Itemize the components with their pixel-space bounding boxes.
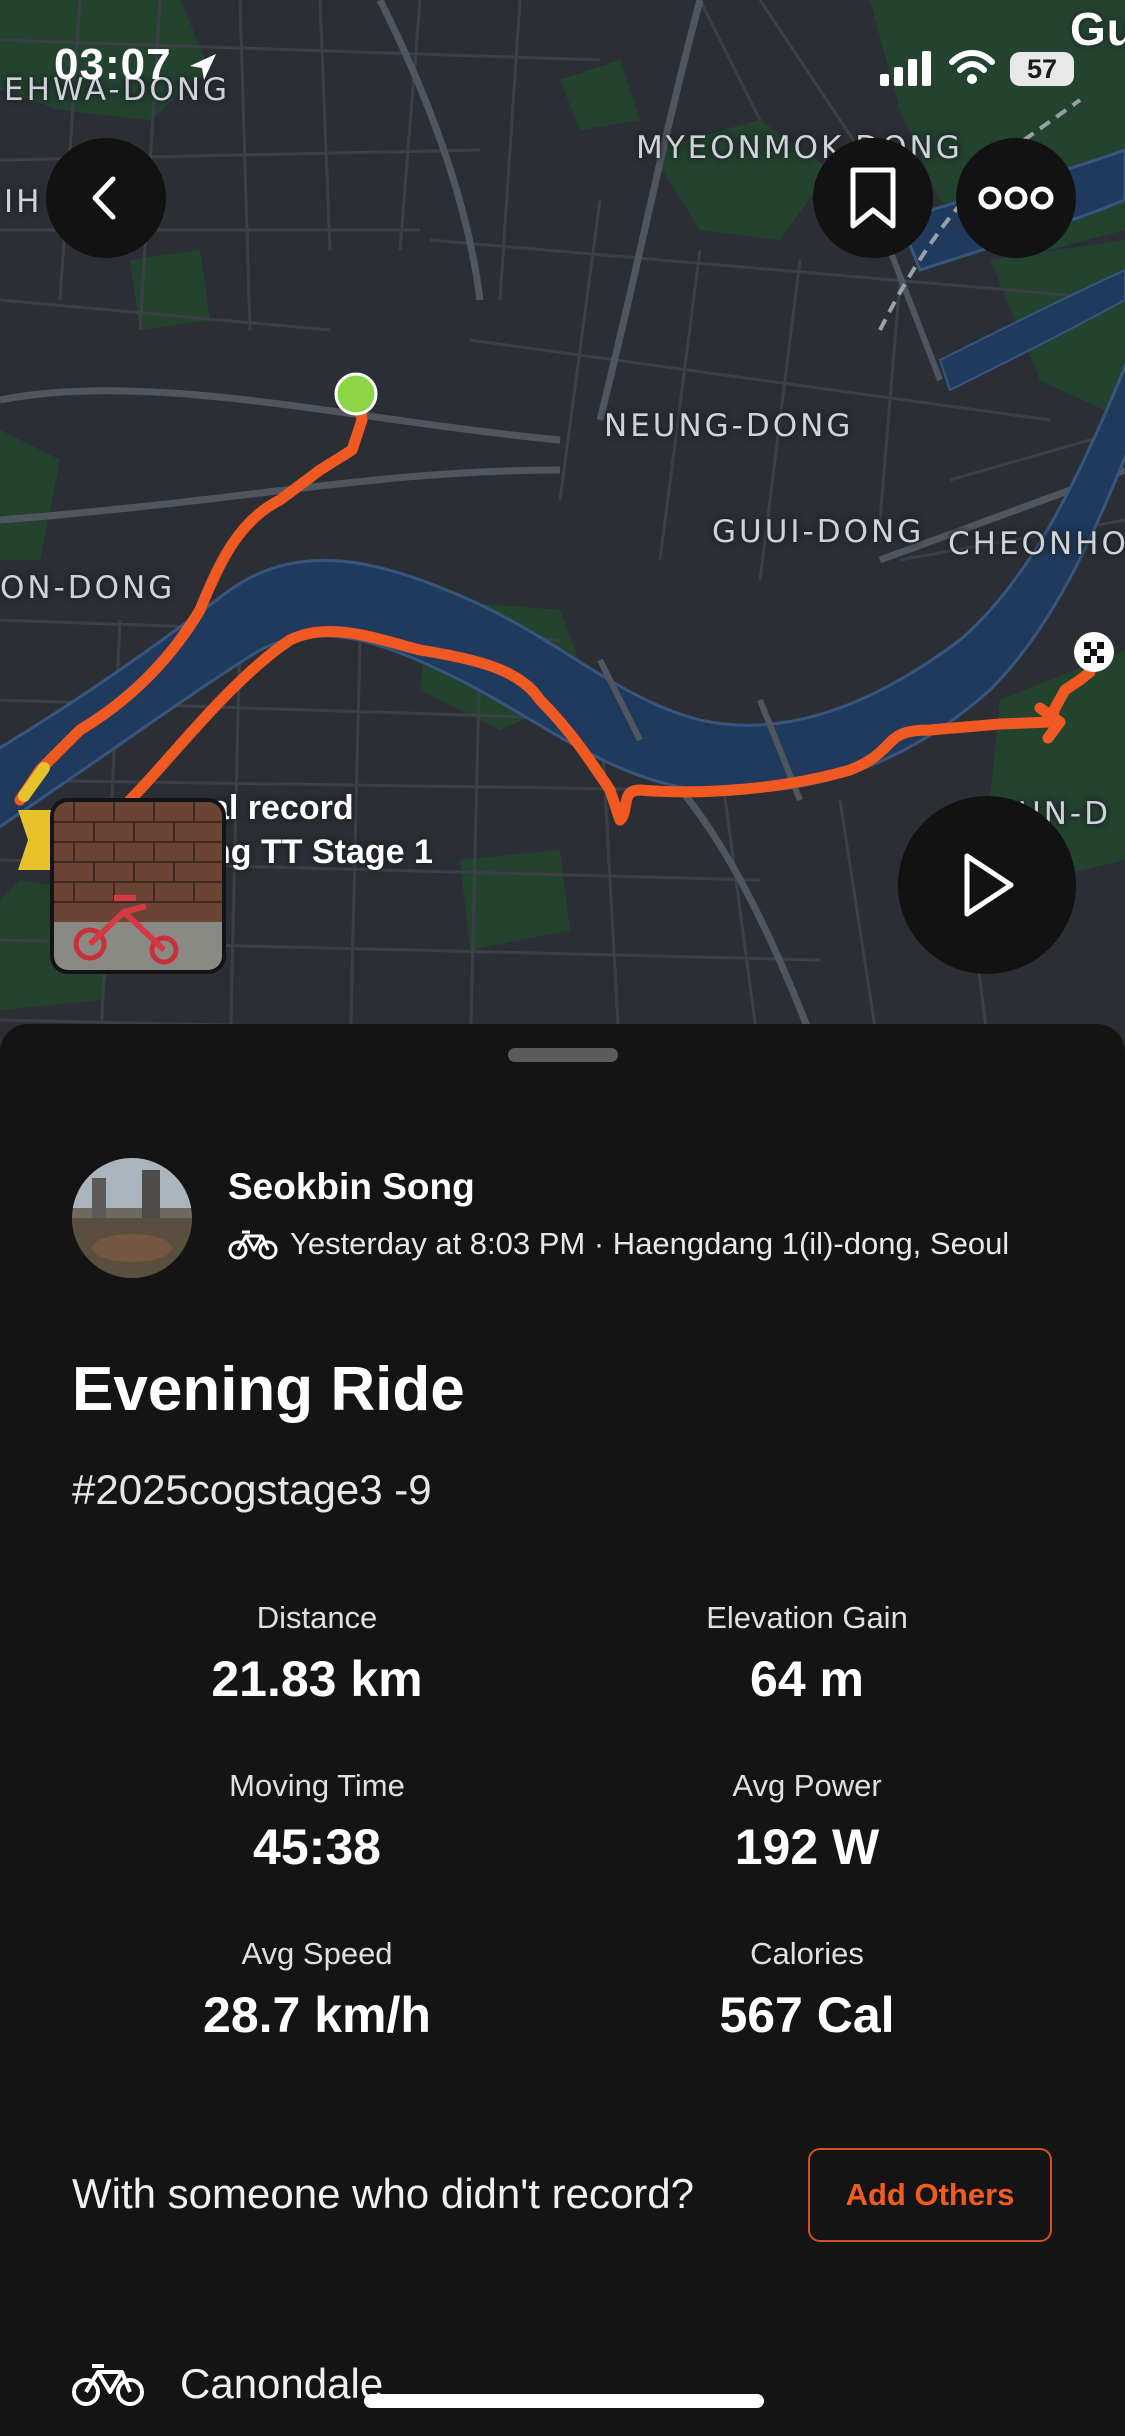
bookmark-icon	[850, 167, 896, 229]
cellular-signal-icon	[880, 51, 931, 86]
more-dots-icon	[978, 186, 1054, 210]
activity-photo-thumbnail[interactable]	[50, 798, 226, 974]
activity-map[interactable]: EHWA-DONG IH NG MYEONMOK-DONG NEUNG-DONG…	[0, 0, 1125, 1060]
segment-label-line2: ng TT Stage 1	[210, 833, 433, 871]
stat-avg-speed: Avg Speed 28.7 km/h	[77, 1936, 557, 2044]
play-flyover-button[interactable]	[898, 796, 1076, 974]
wifi-icon	[949, 50, 995, 84]
with-others-prompt: With someone who didn't record?	[72, 2170, 695, 2217]
stat-value: 192 W	[734, 1819, 880, 1875]
stat-label: Avg Speed	[241, 1936, 393, 1971]
status-time: 03:07	[54, 40, 172, 89]
stat-moving-time: Moving Time 45:38	[77, 1768, 557, 1876]
home-indicator[interactable]	[364, 2394, 764, 2408]
activity-title: Evening Ride	[72, 1355, 465, 1424]
stat-elevation-gain: Elevation Gain 64 m	[567, 1600, 1047, 1708]
stat-label: Distance	[256, 1600, 378, 1635]
battery-indicator: 57	[1010, 52, 1074, 86]
activity-meta: Yesterday at 8:03 PM · Haengdang 1(il)-d…	[228, 1226, 1009, 1262]
stat-label: Avg Power	[732, 1768, 882, 1803]
map-label-neung: NEUNG-DONG	[604, 408, 854, 444]
athlete-name[interactable]: Seokbin Song	[228, 1166, 475, 1208]
stat-calories: Calories 567 Cal	[567, 1936, 1047, 2044]
bike-icon	[228, 1230, 278, 1260]
gear-row[interactable]: Canondale	[72, 2360, 383, 2408]
map-label-guui: GUUI-DONG	[712, 514, 925, 550]
avatar[interactable]	[72, 1158, 192, 1278]
stat-value: 21.83 km	[211, 1651, 423, 1707]
tricycle-photo	[54, 802, 222, 970]
stat-label: Moving Time	[229, 1768, 405, 1803]
bike-icon	[72, 2364, 144, 2406]
location-arrow-icon	[190, 54, 216, 80]
gear-name: Canondale	[180, 2360, 384, 2407]
map-label-on: ON-DONG	[0, 570, 176, 606]
add-others-button[interactable]: Add Others	[808, 2148, 1052, 2242]
activity-meta-text: Yesterday at 8:03 PM · Haengdang 1(il)-d…	[290, 1226, 1010, 1261]
activity-details-sheet[interactable]: Seokbin Song Yesterday at 8:03 PM · Haen…	[0, 1024, 1125, 2436]
segment-label-line1: al record	[210, 789, 354, 827]
play-icon	[964, 853, 1014, 917]
stat-value: 64 m	[750, 1651, 864, 1707]
segment-label[interactable]: al record ng TT Stage 1	[210, 786, 433, 874]
map-label-cheonho: CHEONHO	[948, 526, 1125, 562]
sheet-grabber[interactable]	[508, 1048, 618, 1062]
stat-value: 45:38	[253, 1819, 381, 1875]
stat-label: Elevation Gain	[706, 1600, 908, 1635]
athlete-avatar-image	[72, 1158, 192, 1278]
stat-value: 567 Cal	[719, 1987, 895, 2043]
stat-avg-power: Avg Power 192 W	[567, 1768, 1047, 1876]
bookmark-button[interactable]	[813, 138, 933, 258]
back-button[interactable]	[46, 138, 166, 258]
more-options-button[interactable]	[956, 138, 1076, 258]
stat-label: Calories	[750, 1936, 864, 1971]
chevron-left-icon	[92, 176, 116, 220]
stat-distance: Distance 21.83 km	[77, 1600, 557, 1708]
stat-value: 28.7 km/h	[203, 1987, 431, 2043]
map-corner-label: Gu	[1070, 3, 1125, 55]
activity-description: #2025cogstage3 -9	[72, 1466, 432, 1513]
